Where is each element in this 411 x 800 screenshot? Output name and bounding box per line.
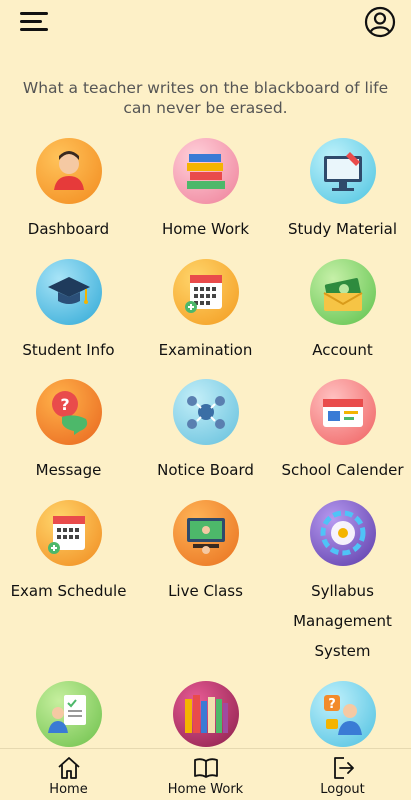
tile-label-line: Syllabus bbox=[311, 582, 374, 600]
tile-live-class[interactable]: Live Class bbox=[137, 500, 274, 606]
teacher-checklist-icon bbox=[35, 681, 102, 747]
tile-exam-schedule[interactable]: Exam Schedule bbox=[0, 500, 137, 606]
logout-icon bbox=[333, 757, 354, 779]
tile-label-line: System bbox=[314, 642, 371, 660]
user-profile-icon[interactable] bbox=[364, 6, 396, 38]
notice-board-icon bbox=[172, 379, 239, 445]
tile-notice-board[interactable]: Notice Board bbox=[137, 379, 274, 485]
exam-schedule-icon bbox=[35, 500, 102, 566]
home-work-icon bbox=[172, 138, 239, 204]
tile-label: Message bbox=[35, 461, 102, 479]
tile-label: Home Work bbox=[161, 220, 250, 238]
bottom-navigation: Home Home Work Logout bbox=[0, 748, 411, 800]
syllabus-icon bbox=[309, 500, 376, 566]
tile-home-work[interactable]: Home Work bbox=[137, 138, 274, 244]
nav-logout[interactable]: Logout bbox=[274, 749, 411, 800]
student-info-icon bbox=[35, 259, 102, 325]
question-help-icon: ? bbox=[309, 681, 376, 747]
tile-school-calender[interactable]: School Calender bbox=[274, 379, 411, 485]
dashboard-icon bbox=[35, 138, 102, 204]
tile-examination[interactable]: Examination bbox=[137, 259, 274, 365]
study-material-icon bbox=[309, 138, 376, 204]
live-class-icon bbox=[172, 500, 239, 566]
nav-home[interactable]: Home bbox=[0, 749, 137, 800]
tile-question-help[interactable]: ? bbox=[274, 681, 411, 747]
svg-text:?: ? bbox=[328, 697, 336, 712]
nav-label: Home bbox=[49, 782, 88, 797]
tile-library-books[interactable] bbox=[137, 681, 274, 747]
tile-label: Notice Board bbox=[157, 461, 254, 479]
tile-label: School Calender bbox=[281, 461, 404, 479]
tile-study-material[interactable]: Study Material bbox=[274, 138, 411, 244]
tile-label: Live Class bbox=[168, 582, 243, 600]
quote-text: What a teacher writes on the blackboard … bbox=[22, 79, 389, 117]
tile-message[interactable]: ? Message bbox=[0, 379, 137, 485]
tile-label: Syllabus Management System bbox=[274, 576, 411, 666]
message-icon: ? bbox=[35, 379, 102, 445]
tile-label: Account bbox=[312, 341, 373, 359]
tile-label-line: Management bbox=[293, 612, 392, 630]
tile-label: Exam Schedule bbox=[10, 582, 127, 600]
account-icon bbox=[309, 259, 376, 325]
library-books-icon bbox=[172, 681, 239, 747]
nav-label: Logout bbox=[320, 782, 365, 797]
tile-label: Student Info bbox=[22, 341, 115, 359]
tile-label: Dashboard bbox=[27, 220, 110, 238]
nav-home-work[interactable]: Home Work bbox=[137, 749, 274, 800]
svg-text:?: ? bbox=[60, 395, 69, 414]
tile-account[interactable]: Account bbox=[274, 259, 411, 365]
hamburger-menu-icon[interactable] bbox=[20, 10, 48, 34]
tile-label: Study Material bbox=[287, 220, 397, 238]
home-icon bbox=[57, 757, 80, 779]
tile-student-info[interactable]: Student Info bbox=[0, 259, 137, 365]
tile-label: Examination bbox=[158, 341, 253, 359]
book-icon bbox=[193, 758, 218, 778]
top-app-bar bbox=[0, 0, 411, 50]
examination-icon bbox=[172, 259, 239, 325]
school-calender-icon bbox=[309, 379, 376, 445]
tile-syllabus-management-system[interactable]: Syllabus Management System bbox=[274, 500, 411, 666]
tile-dashboard[interactable]: Dashboard bbox=[0, 138, 137, 244]
tile-teacher-checklist[interactable] bbox=[0, 681, 137, 747]
nav-label: Home Work bbox=[167, 782, 244, 797]
